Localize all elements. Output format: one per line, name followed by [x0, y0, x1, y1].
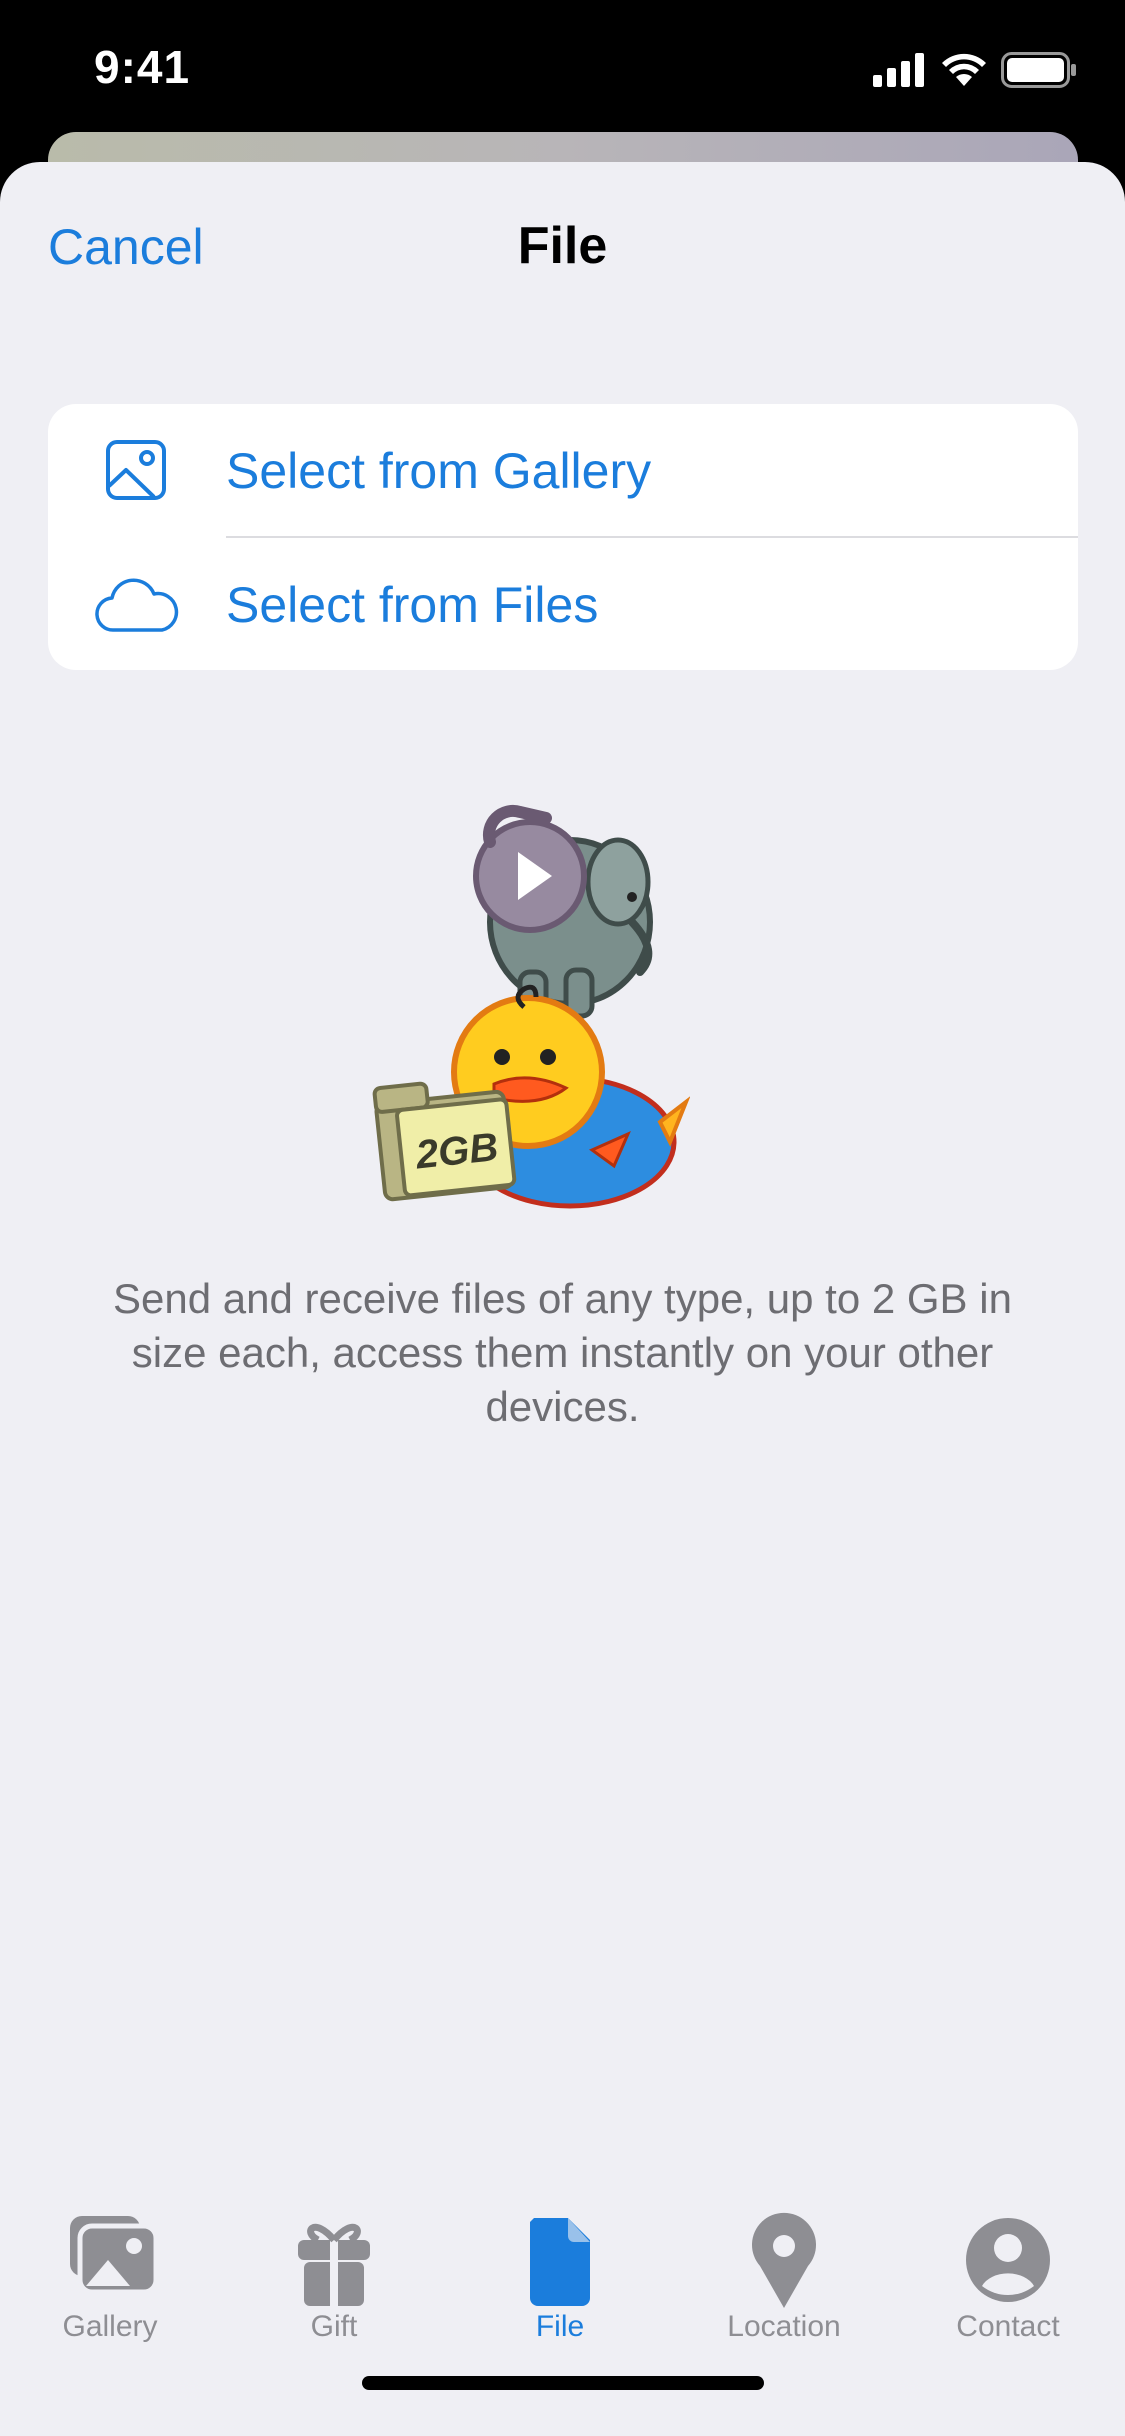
- tab-file[interactable]: File: [460, 2186, 660, 2346]
- select-from-gallery-button[interactable]: Select from Gallery: [48, 404, 1078, 538]
- home-indicator: [362, 2376, 764, 2390]
- duck-elephant-sticker-illustration: 2GB: [372, 804, 690, 1209]
- tab-gallery[interactable]: Gallery: [10, 2186, 210, 2346]
- attachment-tab-bar: Gallery Gift File Location Contact: [0, 2186, 1125, 2366]
- gift-icon: [298, 2223, 370, 2306]
- tab-location-label: Location: [727, 2310, 841, 2343]
- description-text: Send and receive files of any type, up t…: [113, 1275, 1012, 1430]
- tab-gift[interactable]: Gift: [234, 2186, 434, 2346]
- folder-size-label: 2GB: [413, 1125, 500, 1177]
- select-from-files-label: Select from Files: [226, 577, 599, 633]
- status-icons: [873, 52, 1077, 88]
- cellular-signal-icon: [873, 53, 924, 87]
- contact-icon: [966, 2218, 1050, 2302]
- status-bar: 9:41: [0, 0, 1125, 140]
- tab-location[interactable]: Location: [684, 2186, 884, 2346]
- cloud-icon: [95, 578, 179, 632]
- tab-contact-label: Contact: [956, 2310, 1060, 2343]
- select-from-files-button[interactable]: Select from Files: [48, 538, 1078, 670]
- tab-gift-label: Gift: [310, 2310, 358, 2343]
- tab-contact[interactable]: Contact: [908, 2186, 1108, 2346]
- file-attachment-sheet: Cancel File Select from Gallery Select f…: [0, 162, 1125, 2436]
- status-time: 9:41: [94, 41, 191, 93]
- tab-file-label: File: [535, 2310, 585, 2343]
- location-pin-icon: [752, 2212, 816, 2308]
- select-from-gallery-label: Select from Gallery: [226, 443, 652, 499]
- page-title: File: [517, 217, 608, 275]
- wifi-icon: [942, 53, 986, 86]
- file-icon: [530, 2218, 590, 2306]
- gallery-icon: [106, 440, 166, 500]
- tab-gallery-label: Gallery: [62, 2310, 158, 2343]
- battery-icon: [1001, 52, 1076, 88]
- action-list: Select from Gallery Select from Files: [48, 404, 1078, 670]
- gallery-tab-icon: [70, 2216, 159, 2295]
